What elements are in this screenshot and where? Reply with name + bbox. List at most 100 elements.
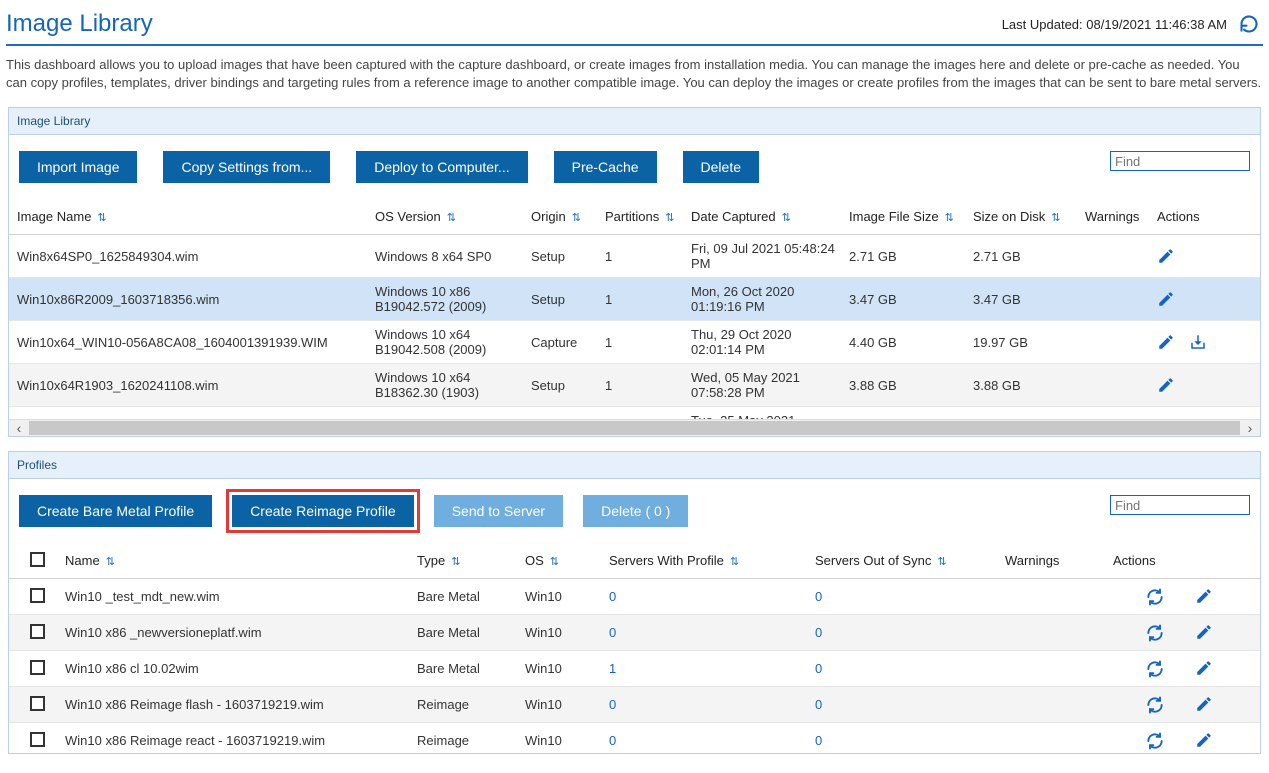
profile-row[interactable]: Win10 _test_mdt_new.wimBare MetalWin1000 (9, 579, 1260, 615)
cell-file-size: 2.71 GB (849, 249, 973, 264)
sort-icon[interactable]: ⇅ (106, 556, 115, 568)
profile-row[interactable]: Win10 x86 Reimage flash - 1603719219.wim… (9, 687, 1260, 723)
profiles-grid-header: Name⇅ Type⇅ OS⇅ Servers With Profile⇅ Se… (9, 543, 1260, 579)
edit-icon[interactable] (1157, 290, 1175, 308)
servers-out-of-sync-link[interactable]: 0 (815, 697, 822, 712)
sort-icon[interactable]: ⇅ (1051, 212, 1060, 224)
image-library-grid: Image Name⇅ OS Version⇅ Origin⇅ Partitio… (9, 199, 1260, 436)
sort-icon[interactable]: ⇅ (550, 556, 559, 568)
cell-profile-type: Reimage (417, 733, 525, 748)
sync-icon[interactable] (1145, 695, 1165, 715)
cell-os-version: Windows 8 x64 SP0 (375, 249, 531, 264)
servers-out-of-sync-link[interactable]: 0 (815, 661, 822, 676)
sort-icon[interactable]: ⇅ (730, 556, 739, 568)
edit-icon[interactable] (1195, 731, 1213, 751)
col-servers-with-profile[interactable]: Servers With Profile⇅ (609, 553, 815, 568)
profile-find-input[interactable] (1110, 495, 1250, 515)
image-find-input[interactable] (1110, 151, 1250, 171)
edit-icon[interactable] (1195, 659, 1213, 679)
edit-icon[interactable] (1157, 247, 1175, 265)
profile-row[interactable]: Win10 x86 Reimage react - 1603719219.wim… (9, 723, 1260, 753)
cell-profile-name: Win10 x86 cl 10.02wim (65, 661, 417, 676)
profile-row[interactable]: Win10 x86 cl 10.02wimBare MetalWin1010 (9, 651, 1260, 687)
servers-with-profile-link[interactable]: 0 (609, 733, 616, 748)
col-profile-os[interactable]: OS⇅ (525, 553, 609, 568)
col-profile-warnings: Warnings (1005, 553, 1113, 568)
edit-icon[interactable] (1195, 623, 1213, 643)
col-image-name[interactable]: Image Name⇅ (17, 209, 375, 224)
servers-with-profile-link[interactable]: 0 (609, 697, 616, 712)
image-row[interactable]: Win10x86R2009_1603718356.wimWindows 10 x… (9, 278, 1260, 321)
select-all-checkbox[interactable] (30, 552, 45, 567)
sort-icon[interactable]: ⇅ (782, 212, 791, 224)
image-row[interactable]: Win10x64R1903_1620241108.wimWindows 10 x… (9, 364, 1260, 407)
image-grid-hscroll[interactable]: ‹ › (9, 419, 1260, 436)
servers-out-of-sync-link[interactable]: 0 (815, 733, 822, 748)
refresh-icon[interactable] (1239, 14, 1259, 34)
scroll-left-icon[interactable]: ‹ (11, 420, 27, 436)
sync-icon[interactable] (1145, 587, 1165, 607)
delete-profile-button[interactable]: Delete ( 0 ) (583, 495, 688, 527)
cell-origin: Setup (531, 249, 605, 264)
edit-icon[interactable] (1157, 376, 1175, 394)
pre-cache-button[interactable]: Pre-Cache (554, 151, 657, 183)
deploy-to-computer-button[interactable]: Deploy to Computer... (356, 151, 527, 183)
delete-image-button[interactable]: Delete (683, 151, 759, 183)
edit-icon[interactable] (1157, 333, 1175, 351)
col-date-captured[interactable]: Date Captured⇅ (691, 209, 849, 224)
title-rule (6, 44, 1263, 46)
cell-profile-name: Win10 x86 Reimage flash - 1603719219.wim (65, 697, 417, 712)
col-file-size[interactable]: Image File Size⇅ (849, 209, 973, 224)
cell-profile-os: Win10 (525, 589, 609, 604)
create-reimage-profile-button[interactable]: Create Reimage Profile (232, 495, 414, 527)
sync-icon[interactable] (1145, 659, 1165, 679)
servers-with-profile-link[interactable]: 1 (609, 661, 616, 676)
import-image-button[interactable]: Import Image (19, 151, 137, 183)
row-checkbox[interactable] (30, 696, 45, 711)
download-icon[interactable] (1189, 333, 1207, 351)
col-partitions[interactable]: Partitions⇅ (605, 209, 691, 224)
col-servers-out-of-sync[interactable]: Servers Out of Sync⇅ (815, 553, 1005, 568)
profiles-grid: Name⇅ Type⇅ OS⇅ Servers With Profile⇅ Se… (9, 543, 1260, 753)
col-size-on-disk[interactable]: Size on Disk⇅ (973, 209, 1085, 224)
sort-icon[interactable]: ⇅ (937, 556, 946, 568)
sync-icon[interactable] (1145, 731, 1165, 751)
cell-profile-name: Win10 _test_mdt_new.wim (65, 589, 417, 604)
scroll-right-icon[interactable]: › (1242, 420, 1258, 436)
edit-icon[interactable] (1195, 695, 1213, 715)
send-to-server-button[interactable]: Send to Server (434, 495, 563, 527)
row-checkbox[interactable] (30, 588, 45, 603)
edit-icon[interactable] (1195, 587, 1213, 607)
servers-out-of-sync-link[interactable]: 0 (815, 589, 822, 604)
sync-icon[interactable] (1145, 623, 1165, 643)
profile-row[interactable]: Win10 x86 _newversioneplatf.wimBare Meta… (9, 615, 1260, 651)
row-checkbox[interactable] (30, 624, 45, 639)
servers-with-profile-link[interactable]: 0 (609, 589, 616, 604)
servers-with-profile-link[interactable]: 0 (609, 625, 616, 640)
servers-out-of-sync-link[interactable]: 0 (815, 625, 822, 640)
sort-icon[interactable]: ⇅ (665, 212, 674, 224)
sort-icon[interactable]: ⇅ (97, 212, 106, 224)
col-os-version[interactable]: OS Version⇅ (375, 209, 531, 224)
row-checkbox[interactable] (30, 660, 45, 675)
create-bare-metal-profile-button[interactable]: Create Bare Metal Profile (19, 495, 212, 527)
sort-icon[interactable]: ⇅ (572, 212, 581, 224)
col-profile-actions: Actions (1113, 553, 1233, 568)
sort-icon[interactable]: ⇅ (451, 556, 460, 568)
cell-date-captured: Wed, 05 May 2021 07:58:28 PM (691, 370, 849, 400)
col-actions: Actions (1157, 209, 1237, 224)
image-row[interactable]: Win8x64SP0_1625849304.wimWindows 8 x64 S… (9, 235, 1260, 278)
col-profile-type[interactable]: Type⇅ (417, 553, 525, 568)
scroll-track[interactable] (29, 421, 1240, 435)
page-title: Image Library (6, 10, 153, 38)
copy-settings-button[interactable]: Copy Settings from... (163, 151, 330, 183)
col-profile-name[interactable]: Name⇅ (65, 553, 417, 568)
cell-file-size: 4.40 GB (849, 335, 973, 350)
col-warnings: Warnings (1085, 209, 1157, 224)
image-row[interactable]: Win7x86SP0_1621975751.wimWindows 7 x86 S… (9, 407, 1260, 419)
sort-icon[interactable]: ⇅ (945, 212, 954, 224)
row-checkbox[interactable] (30, 732, 45, 747)
sort-icon[interactable]: ⇅ (447, 212, 456, 224)
image-row[interactable]: Win10x64_WIN10-056A8CA08_1604001391939.W… (9, 321, 1260, 364)
col-origin[interactable]: Origin⇅ (531, 209, 605, 224)
